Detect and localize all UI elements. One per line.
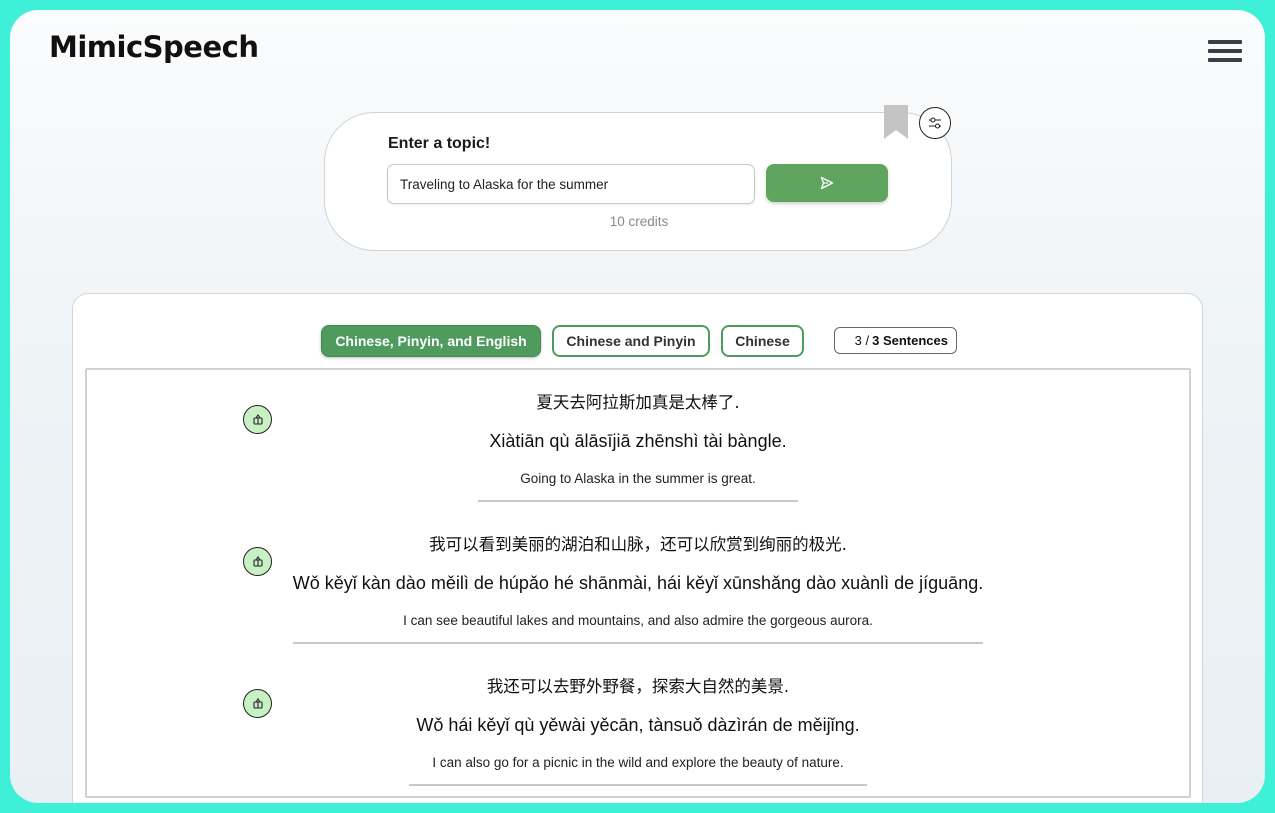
tab-chinese-pinyin[interactable]: Chinese and Pinyin (552, 325, 710, 357)
sentence-divider (293, 642, 983, 644)
speaker-icon (252, 413, 263, 425)
app-window: MimicSpeech Enter a topic! 10 credits Ch… (10, 10, 1265, 803)
sliders-icon[interactable] (919, 107, 951, 139)
topic-input[interactable] (387, 164, 755, 204)
sentence-count-badge: 3 /3 Sentences (834, 327, 957, 354)
sentence-divider (478, 500, 798, 502)
send-button[interactable] (766, 164, 888, 202)
speaker-icon (252, 697, 263, 709)
tab-chinese[interactable]: Chinese (721, 325, 804, 357)
speaker-icon (252, 555, 263, 567)
sliders-glyph (929, 117, 941, 129)
sentence-english: Going to Alaska in the summer is great. (520, 471, 756, 486)
send-icon (820, 176, 834, 190)
sentence-count-total: 3 Sentences (872, 333, 948, 348)
credits-label: 10 credits (609, 214, 669, 229)
sentence-english: I can see beautiful lakes and mountains,… (403, 613, 873, 628)
sentence-pinyin: Xiàtiān qù ālāsījiā zhēnshì tài bàngle. (489, 431, 787, 451)
sentence-count-current: 3 / (854, 333, 870, 348)
bookmark-icon[interactable] (883, 105, 909, 139)
sentences-card: Chinese, Pinyin, and English Chinese and… (72, 293, 1203, 803)
tab-chinese-pinyin-english[interactable]: Chinese, Pinyin, and English (321, 325, 541, 357)
hamburger-icon[interactable] (1208, 40, 1242, 68)
sentence-pinyin: Wǒ kěyǐ kàn dào měilì de húpǎo hé shānmà… (292, 573, 984, 593)
sentence-chinese: 我可以看到美丽的湖泊和山脉，还可以欣赏到绚丽的极光. (429, 535, 847, 554)
sentence-divider (409, 784, 867, 786)
sentence-pinyin: Wǒ hái kěyǐ qù yěwài yěcān, tànsuǒ dàzìr… (416, 715, 860, 735)
sentence-english: I can also go for a picnic in the wild a… (432, 755, 844, 770)
sentence-list: 夏天去阿拉斯加真是太棒了. Xiàtiān qù ālāsījiā zhēnsh… (85, 368, 1191, 798)
app-logo: MimicSpeech (49, 30, 259, 64)
topic-label: Enter a topic! (388, 135, 491, 152)
sentence-chinese: 我还可以去野外野餐，探索大自然的美景. (486, 677, 790, 696)
sentence-chinese: 夏天去阿拉斯加真是太棒了. (536, 393, 740, 412)
topic-card: Enter a topic! 10 credits (324, 105, 952, 251)
